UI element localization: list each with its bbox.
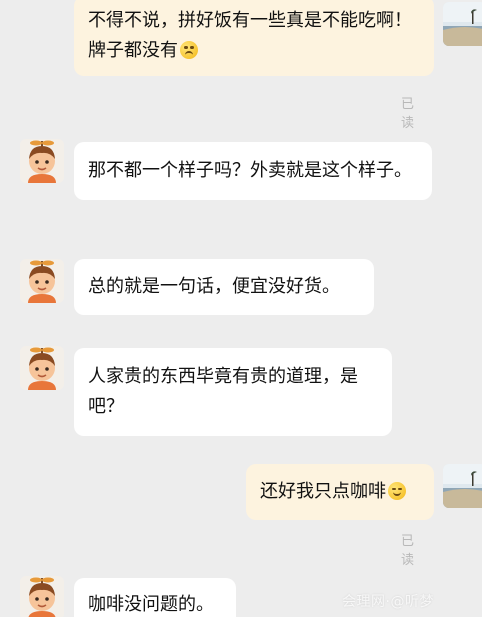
cartoon-boy-avatar xyxy=(20,259,64,303)
message-bubble-incoming[interactable]: 人家贵的东西毕竟有贵的道理，是吧？ xyxy=(74,348,392,436)
message-text: 还好我只点咖啡 xyxy=(260,481,386,502)
avatar-self[interactable] xyxy=(443,464,482,508)
beach-landscape-avatar xyxy=(443,2,482,46)
cartoon-boy-avatar xyxy=(20,346,64,390)
avatar-other[interactable] xyxy=(20,346,64,390)
message-bubble-incoming[interactable]: 总的就是一句话，便宜没好货。 xyxy=(74,259,374,315)
watermark: 会理网·@听梦 xyxy=(342,594,434,610)
beach-landscape-avatar xyxy=(443,464,482,508)
message-bubble-incoming[interactable]: 那不都一个样子吗？外卖就是这个样子。 xyxy=(74,142,432,200)
read-status: 已读 xyxy=(401,97,415,131)
message-text: 不得不说，拼好饭有一些真是不能吃啊！牌子都没有 xyxy=(88,10,412,61)
message-text: 人家贵的东西毕竟有贵的道理，是吧？ xyxy=(88,366,358,417)
avatar-other[interactable] xyxy=(20,139,64,183)
cartoon-boy-avatar xyxy=(20,139,64,183)
message-text: 咖啡没问题的。 xyxy=(88,594,214,615)
smirk-face-icon xyxy=(388,482,406,500)
message-text: 总的就是一句话，便宜没好货。 xyxy=(88,276,340,297)
message-bubble-incoming[interactable]: 咖啡没问题的。 xyxy=(74,578,236,617)
avatar-other[interactable] xyxy=(20,576,64,617)
message-text: 那不都一个样子吗？外卖就是这个样子。 xyxy=(88,160,412,181)
read-status: 已读 xyxy=(401,534,415,568)
chat-window: 不得不说，拼好饭有一些真是不能吃啊！牌子都没有 已读 那不都一个样子吗？外卖就是… xyxy=(0,0,482,617)
avatar-other[interactable] xyxy=(20,259,64,303)
message-bubble-outgoing[interactable]: 还好我只点咖啡 xyxy=(246,464,434,520)
avatar-self[interactable] xyxy=(443,2,482,46)
worried-face-icon xyxy=(180,41,198,59)
message-bubble-outgoing[interactable]: 不得不说，拼好饭有一些真是不能吃啊！牌子都没有 xyxy=(74,0,434,76)
cartoon-boy-avatar xyxy=(20,576,64,617)
